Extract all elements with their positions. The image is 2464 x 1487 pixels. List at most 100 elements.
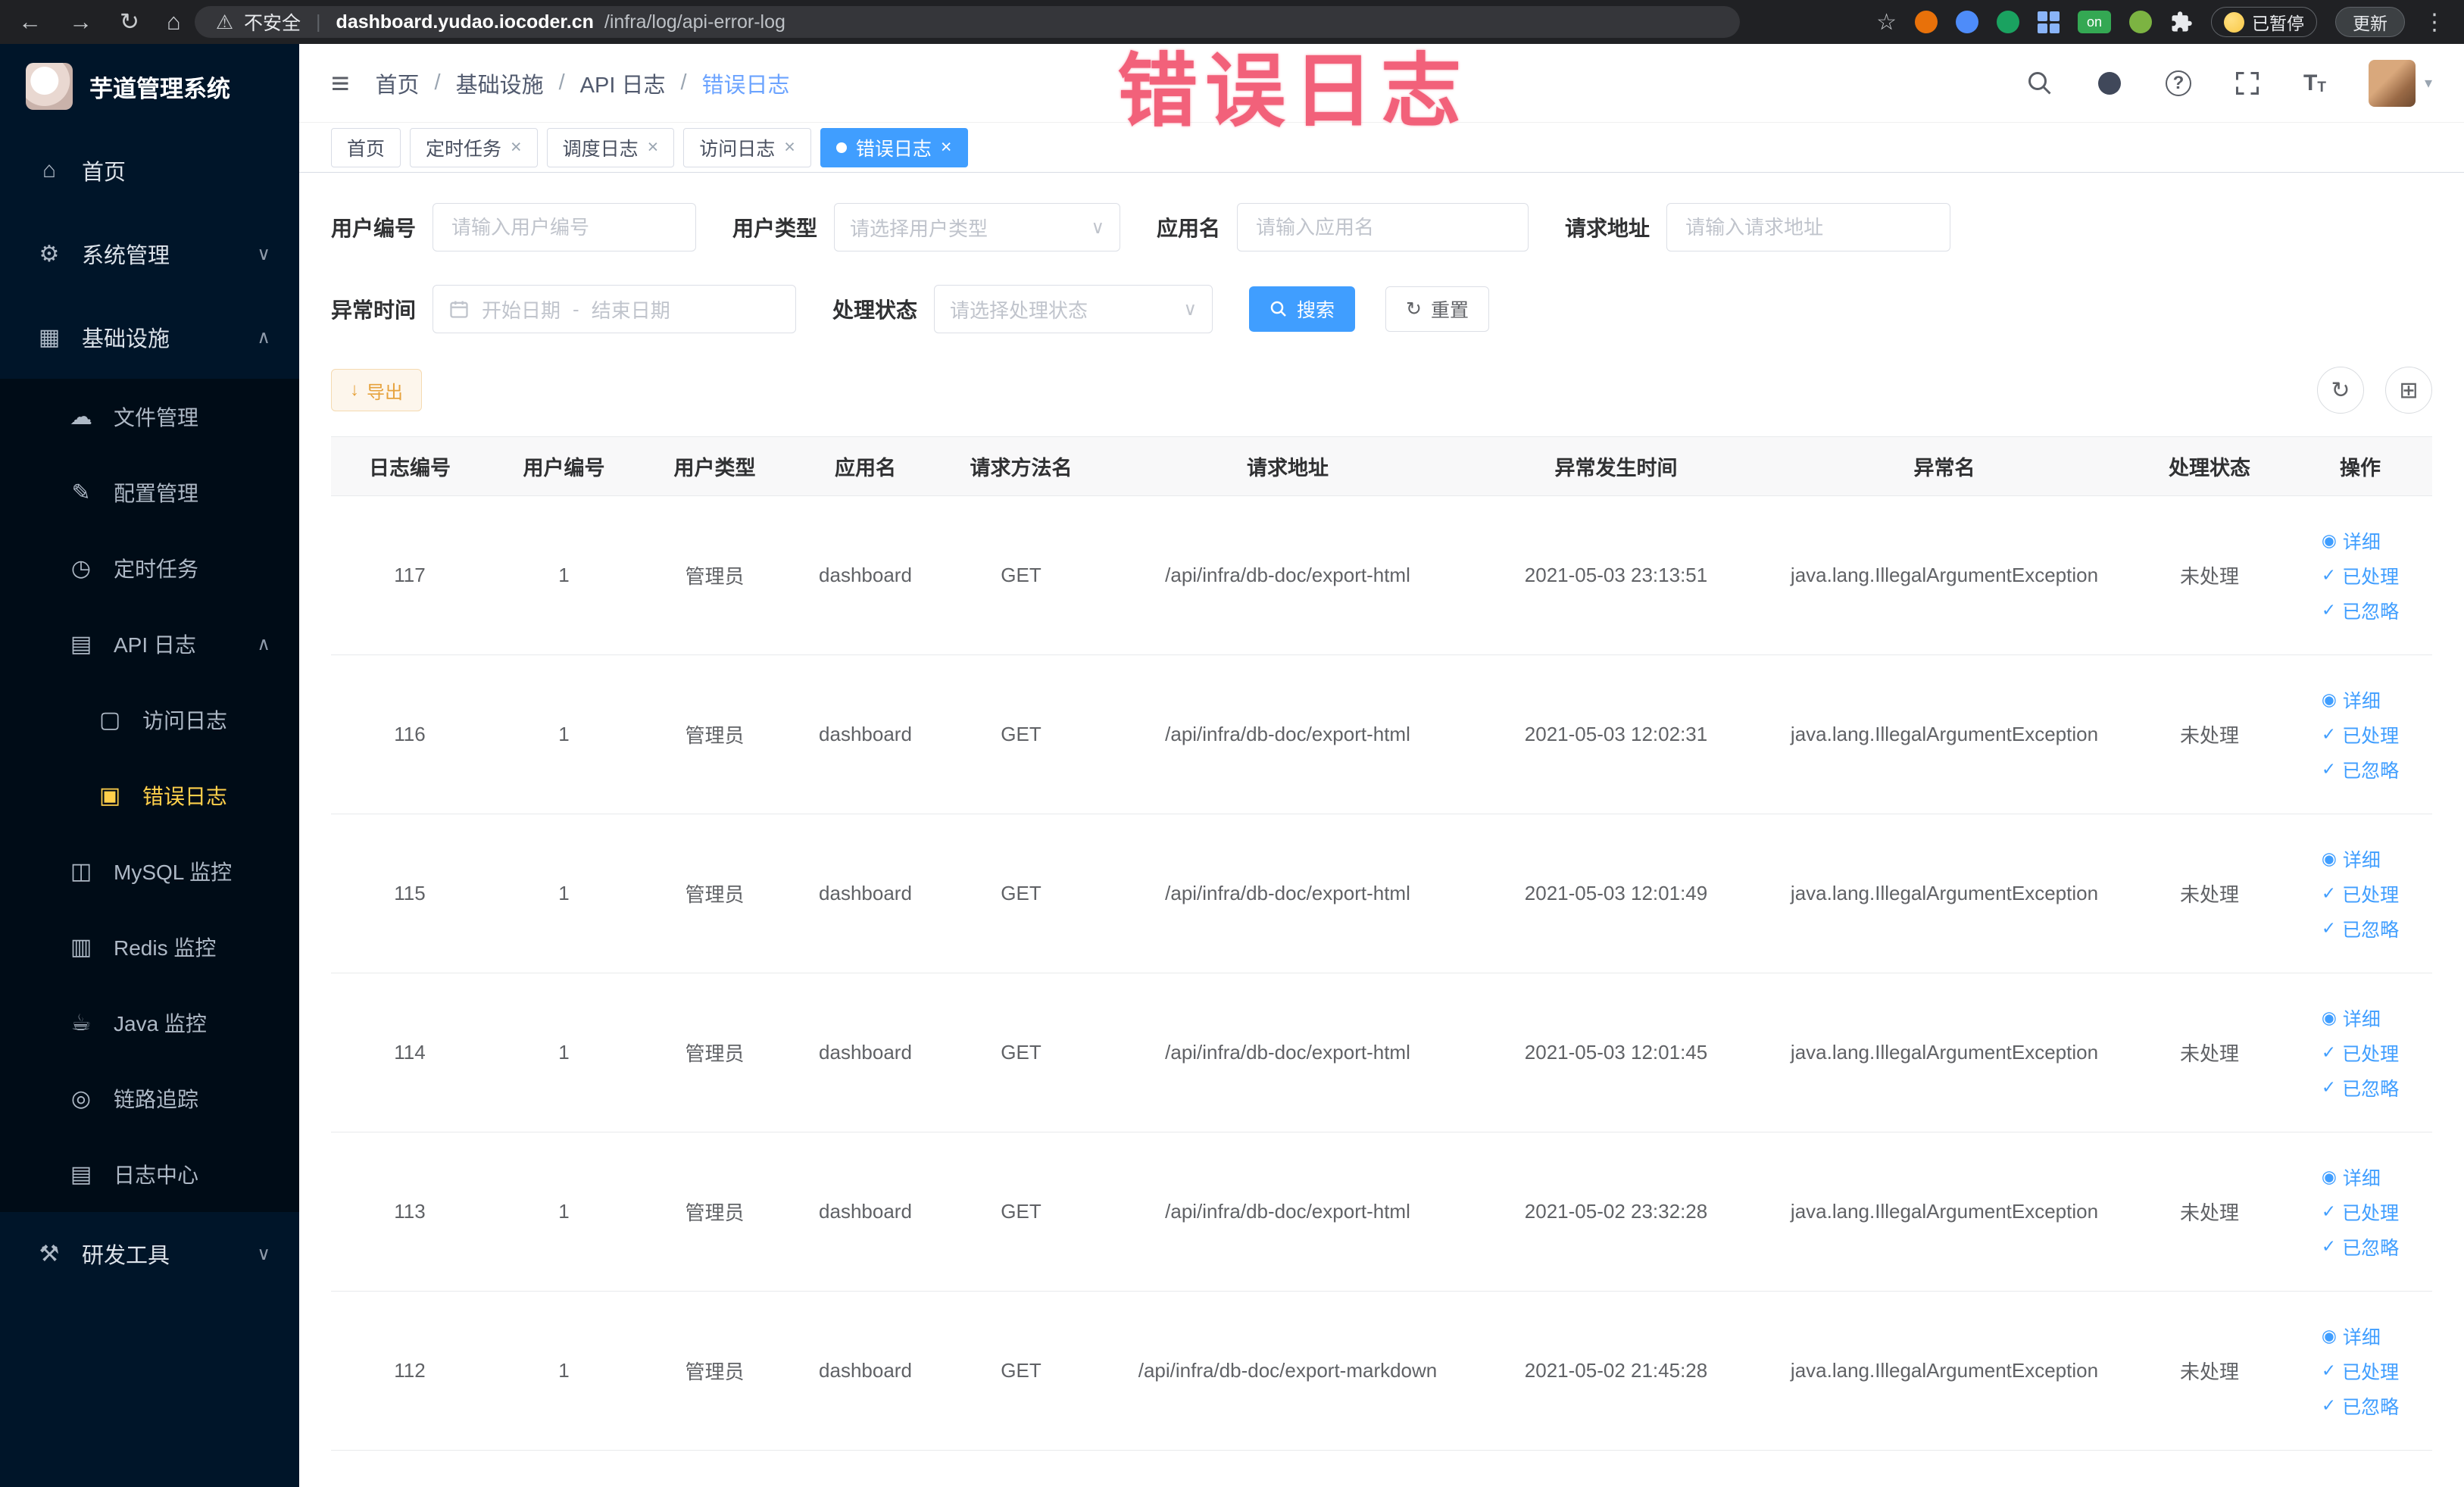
- browser-update-button[interactable]: 更新: [2335, 7, 2405, 37]
- tab-schedule-log[interactable]: 调度日志 ×: [546, 127, 675, 167]
- extension-leaf-icon[interactable]: [2129, 11, 2152, 33]
- tab-access-log[interactable]: 访问日志 ×: [683, 127, 811, 167]
- table-row: 114 1 管理员 dashboard GET /api/infra/db-do…: [331, 973, 2432, 1132]
- col-method: 请求方法名: [941, 436, 1101, 496]
- breadcrumb-separator: /: [680, 70, 687, 95]
- tab-home[interactable]: 首页: [331, 127, 401, 167]
- profile-paused-badge[interactable]: 已暂停: [2211, 7, 2317, 37]
- app-name-input[interactable]: [1237, 203, 1529, 251]
- sidebar-item-label: 日志中心: [114, 1164, 199, 1187]
- sidebar-item-link-tracing[interactable]: ◎ 链路追踪: [0, 1061, 299, 1136]
- mark-ignored-link[interactable]: ✓ 已忽略: [2322, 1392, 2399, 1420]
- sidebar-item-java-monitor[interactable]: ☕ Java 监控: [0, 985, 299, 1061]
- sidebar-item-mysql-monitor[interactable]: ◫ MySQL 监控: [0, 833, 299, 909]
- breadcrumb-item-home[interactable]: 首页: [376, 67, 420, 99]
- cloud-icon: ☁: [70, 404, 92, 430]
- tab-bar: 首页 定时任务 × 调度日志 × 访问日志 × 错误日志 ×: [299, 123, 2464, 173]
- edit-icon: ✎: [71, 480, 91, 505]
- mark-ignored-link[interactable]: ✓ 已忽略: [2322, 915, 2399, 942]
- mark-processed-link[interactable]: ✓ 已处理: [2322, 1357, 2399, 1385]
- help-icon[interactable]: ?: [2166, 70, 2192, 96]
- sidebar-item-access-log[interactable]: ▢ 访问日志: [0, 682, 299, 758]
- detail-link[interactable]: ◉ 详细: [2322, 686, 2381, 714]
- collapse-sidebar-icon[interactable]: ≡: [331, 65, 350, 102]
- breadcrumb-item-api-log[interactable]: API 日志: [580, 67, 666, 99]
- font-size-icon[interactable]: TT: [2303, 70, 2326, 96]
- close-icon[interactable]: ×: [784, 136, 795, 158]
- home-icon[interactable]: ⌂: [167, 8, 181, 36]
- detail-link[interactable]: ◉ 详细: [2322, 1164, 2381, 1191]
- sidebar-item-redis-monitor[interactable]: ▥ Redis 监控: [0, 909, 299, 985]
- sidebar-item-file-management[interactable]: ☁ 文件管理: [0, 379, 299, 455]
- process-status-select[interactable]: 请选择处理状态 ∨: [934, 285, 1213, 333]
- tab-scheduled-jobs[interactable]: 定时任务 ×: [410, 127, 538, 167]
- app-logo[interactable]: 芋道管理系统: [0, 44, 299, 129]
- address-bar[interactable]: ⚠ 不安全 | dashboard.yudao.iocoder.cn /infr…: [194, 6, 1740, 38]
- extensions-puzzle-icon[interactable]: [2170, 11, 2193, 33]
- sidebar-item-log-center[interactable]: ▤ 日志中心: [0, 1136, 299, 1212]
- bookmark-star-icon[interactable]: ☆: [1876, 9, 1897, 36]
- sidebar-item-system-management[interactable]: ⚙ 系统管理 ∨: [0, 212, 299, 295]
- sidebar-item-home[interactable]: ⌂ 首页: [0, 129, 299, 212]
- github-icon[interactable]: [2096, 70, 2123, 97]
- breadcrumb-separator: /: [558, 70, 565, 95]
- sidebar-item-dev-tools[interactable]: ⚒ 研发工具 ∨: [0, 1212, 299, 1295]
- close-icon[interactable]: ×: [648, 136, 659, 158]
- extension-orange-icon[interactable]: [1915, 11, 1938, 33]
- mark-ignored-link[interactable]: ✓ 已忽略: [2322, 756, 2399, 783]
- mark-ignored-link[interactable]: ✓ 已忽略: [2322, 1074, 2399, 1101]
- column-settings-button[interactable]: ⊞: [2385, 367, 2432, 414]
- filter-row-2: 异常时间 开始日期 - 结束日期 处理状态 请选择处理状态 ∨ 搜索 ↻ 重置: [331, 285, 2432, 333]
- tab-error-log[interactable]: 错误日志 ×: [820, 127, 968, 167]
- detail-link[interactable]: ◉ 详细: [2322, 1323, 2381, 1350]
- reset-button[interactable]: ↻ 重置: [1385, 286, 1490, 332]
- mark-ignored-link[interactable]: ✓ 已忽略: [2322, 597, 2399, 624]
- mark-processed-link[interactable]: ✓ 已处理: [2322, 1039, 2399, 1067]
- mark-ignored-link[interactable]: ✓ 已忽略: [2322, 1233, 2399, 1261]
- user-type-select[interactable]: 请选择用户类型 ∨: [834, 203, 1121, 251]
- back-icon[interactable]: ←: [18, 8, 42, 36]
- user-id-input[interactable]: [433, 203, 697, 251]
- request-url-input[interactable]: [1666, 203, 1951, 251]
- logo-image: [26, 63, 73, 110]
- mark-processed-link[interactable]: ✓ 已处理: [2322, 721, 2399, 748]
- close-icon[interactable]: ×: [941, 136, 952, 158]
- sidebar-item-scheduled-jobs[interactable]: ◷ 定时任务: [0, 530, 299, 606]
- browser-chrome: ← → ↻ ⌂ ⚠ 不安全 | dashboard.yudao.iocoder.…: [0, 0, 2464, 44]
- breadcrumb: 首页 / 基础设施 / API 日志 / 错误日志: [376, 67, 790, 99]
- forward-icon[interactable]: →: [69, 8, 92, 36]
- extension-green-icon[interactable]: [1997, 11, 2019, 33]
- detail-link[interactable]: ◉ 详细: [2322, 1004, 2381, 1032]
- check-icon: ✓: [2321, 1042, 2337, 1062]
- check-icon: ✓: [2321, 1201, 2337, 1221]
- search-icon[interactable]: [2026, 70, 2053, 97]
- sidebar-item-api-log[interactable]: ▤ API 日志 ∧: [0, 606, 299, 682]
- browser-menu-icon[interactable]: ⋮: [2423, 9, 2446, 36]
- export-button[interactable]: ↓ 导出: [331, 369, 422, 411]
- extension-blue-drop-icon[interactable]: [1956, 11, 1978, 33]
- date-range-picker[interactable]: 开始日期 - 结束日期: [433, 285, 797, 333]
- detail-link[interactable]: ◉ 详细: [2322, 845, 2381, 873]
- breadcrumb-item-infrastructure[interactable]: 基础设施: [456, 67, 544, 99]
- search-button[interactable]: 搜索: [1249, 286, 1356, 332]
- col-user-type: 用户类型: [639, 436, 790, 496]
- extension-grid-icon[interactable]: [2038, 11, 2060, 33]
- filter-exception-time: 异常时间 开始日期 - 结束日期: [331, 285, 797, 333]
- user-menu[interactable]: ▾: [2368, 59, 2432, 107]
- mark-processed-link[interactable]: ✓ 已处理: [2322, 562, 2399, 589]
- sidebar-item-config-management[interactable]: ✎ 配置管理: [0, 455, 299, 530]
- eye-icon: ◉: [2321, 1167, 2337, 1186]
- sidebar-item-error-log[interactable]: ▣ 错误日志: [0, 758, 299, 833]
- detail-link[interactable]: ◉ 详细: [2322, 527, 2381, 555]
- refresh-button[interactable]: ↻: [2317, 367, 2364, 414]
- sidebar-item-infrastructure[interactable]: ▦ 基础设施 ∧: [0, 295, 299, 379]
- close-icon[interactable]: ×: [511, 136, 522, 158]
- request-url-label: 请求地址: [1565, 217, 1650, 240]
- mark-processed-link[interactable]: ✓ 已处理: [2322, 880, 2399, 908]
- breadcrumb-item-error-log[interactable]: 错误日志: [702, 67, 790, 99]
- extension-on-badge[interactable]: on: [2078, 11, 2111, 33]
- filter-app-name: 应用名: [1157, 203, 1529, 251]
- reload-icon[interactable]: ↻: [120, 8, 139, 36]
- fullscreen-icon[interactable]: [2234, 70, 2261, 97]
- mark-processed-link[interactable]: ✓ 已处理: [2322, 1198, 2399, 1226]
